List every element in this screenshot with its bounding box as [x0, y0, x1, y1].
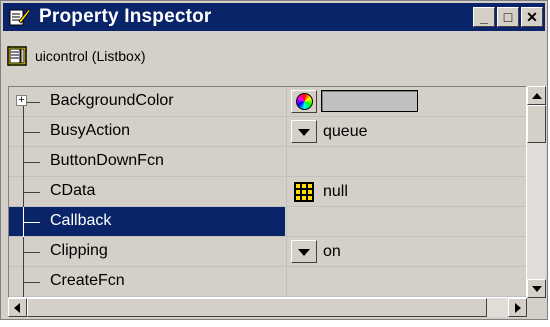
color-swatch[interactable]: [321, 90, 418, 112]
property-inspector-icon: [9, 7, 31, 27]
color-picker-button[interactable]: [291, 90, 317, 113]
scroll-right-icon[interactable]: [508, 298, 527, 317]
property-value-field[interactable]: [286, 267, 526, 297]
property-value: null: [323, 183, 348, 200]
property-grid: + BackgroundColor BusyAction queue Butto…: [8, 86, 527, 298]
scroll-left-icon[interactable]: [8, 298, 27, 317]
property-row-createfcn[interactable]: CreateFcn: [9, 267, 526, 297]
vertical-scroll-thumb[interactable]: [527, 105, 546, 143]
matrix-grid-icon: [294, 181, 314, 202]
minimize-button[interactable]: _: [473, 7, 495, 27]
property-value[interactable]: queue: [323, 123, 368, 141]
horizontal-scroll-thumb[interactable]: [27, 298, 487, 317]
property-value[interactable]: on: [323, 243, 341, 261]
property-row-buttondownfcn[interactable]: ButtonDownFcn: [9, 147, 526, 177]
property-name: CreateFcn: [50, 272, 125, 289]
dropdown-arrow-icon[interactable]: [291, 240, 317, 263]
scroll-down-icon[interactable]: [527, 279, 546, 298]
property-inspector-window: Property Inspector _ □ ✕ uicontrol (List…: [0, 0, 548, 320]
object-label: uicontrol (Listbox): [35, 48, 146, 64]
property-name: ButtonDownFcn: [50, 152, 164, 169]
dropdown-arrow-icon[interactable]: [291, 120, 317, 143]
property-row-clipping[interactable]: Clipping on: [9, 237, 526, 267]
property-row-callback[interactable]: Callback: [9, 207, 526, 237]
maximize-button[interactable]: □: [497, 7, 519, 27]
scrollbar-corner: [527, 298, 546, 317]
property-name: BackgroundColor: [50, 92, 174, 109]
property-name: BusyAction: [50, 122, 131, 139]
close-button[interactable]: ✕: [521, 7, 543, 27]
window-title: Property Inspector: [39, 6, 212, 27]
horizontal-scrollbar[interactable]: [8, 298, 527, 317]
property-name: Callback: [50, 212, 112, 229]
property-value-field[interactable]: [286, 147, 526, 177]
uicontrol-listbox-icon: [7, 46, 27, 66]
property-name: Clipping: [50, 242, 108, 259]
color-wheel-icon: [295, 93, 313, 110]
close-icon: ✕: [526, 8, 538, 25]
property-value-field[interactable]: [286, 207, 526, 237]
property-name: CData: [50, 182, 96, 199]
property-row-cdata[interactable]: CData null: [9, 177, 526, 207]
property-row-backgroundcolor[interactable]: + BackgroundColor: [9, 87, 526, 117]
scroll-up-icon[interactable]: [527, 86, 546, 105]
object-header: uicontrol (Listbox): [3, 43, 146, 69]
title-bar[interactable]: Property Inspector _ □ ✕: [3, 3, 545, 31]
vertical-scrollbar[interactable]: [527, 86, 546, 298]
maximize-icon: □: [503, 9, 513, 25]
minimize-icon: _: [480, 9, 488, 25]
expand-icon[interactable]: +: [16, 95, 27, 106]
matrix-editor-button[interactable]: [291, 180, 317, 203]
property-row-busyaction[interactable]: BusyAction queue: [9, 117, 526, 147]
